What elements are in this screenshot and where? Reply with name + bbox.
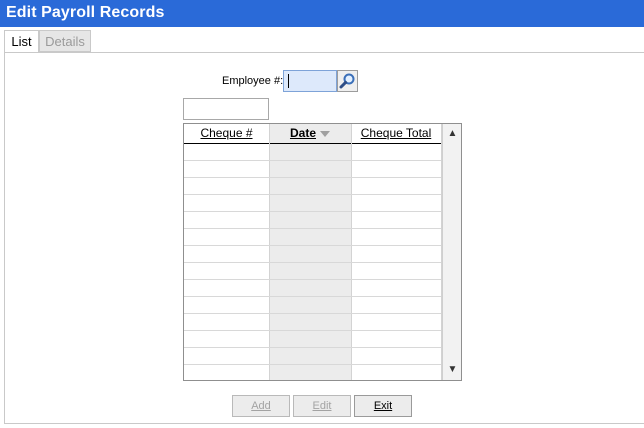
grid-row-line [184, 330, 441, 331]
header-divider [184, 143, 441, 144]
column-header-date-label: Date [289, 126, 316, 140]
grid-row-line [184, 160, 441, 161]
tab-details[interactable]: Details [39, 30, 91, 52]
grid-row-line [184, 364, 441, 365]
grid-row-line [184, 194, 441, 195]
employee-label: Employee #: [222, 75, 284, 87]
edit-button-label: Edit [312, 400, 332, 412]
grid-row-line [184, 177, 441, 178]
sort-descending-icon [320, 130, 330, 137]
employee-input[interactable] [283, 70, 337, 92]
tab-list[interactable]: List [4, 30, 39, 52]
title-bar: Edit Payroll Records [0, 0, 644, 27]
employee-search-button[interactable] [337, 70, 358, 92]
grid-row-line [184, 262, 441, 263]
column-header-date[interactable]: Date [269, 124, 351, 143]
grid-row-line [184, 245, 441, 246]
column-divider [351, 124, 352, 380]
exit-button[interactable]: Exit [354, 395, 412, 417]
grid-row-line [184, 313, 441, 314]
cheque-grid[interactable]: Cheque # Date Cheque Total ▲ ▼ [183, 123, 462, 381]
magnifier-icon [339, 73, 355, 89]
add-button-label: Add [251, 400, 271, 412]
text-caret [288, 74, 289, 88]
grid-row-line [184, 347, 441, 348]
scroll-down-icon[interactable]: ▼ [443, 362, 461, 378]
grid-row-line [184, 296, 441, 297]
grid-row-line [184, 228, 441, 229]
exit-button-label: Exit [373, 400, 393, 412]
filter-input[interactable] [183, 98, 269, 120]
column-header-cheque-total[interactable]: Cheque Total [351, 124, 441, 143]
grid-row-line [184, 279, 441, 280]
column-header-cheque[interactable]: Cheque # [184, 124, 269, 143]
grid-row-line [184, 211, 441, 212]
vertical-scrollbar[interactable]: ▲ ▼ [442, 124, 461, 380]
scroll-up-icon[interactable]: ▲ [443, 126, 461, 142]
edit-button[interactable]: Edit [293, 395, 351, 417]
column-divider [269, 124, 270, 380]
sorted-column-shade [269, 124, 351, 380]
add-button[interactable]: Add [232, 395, 290, 417]
window-title: Edit Payroll Records [6, 4, 165, 21]
